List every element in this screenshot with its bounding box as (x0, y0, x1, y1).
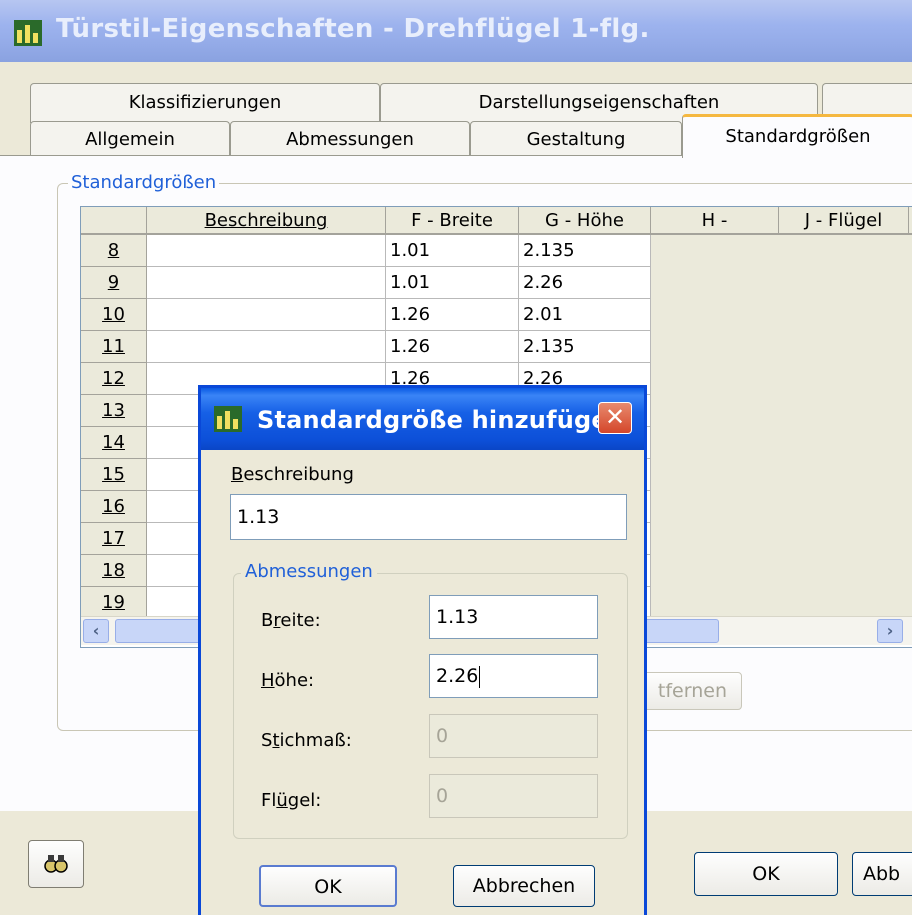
row-header[interactable]: 17 (81, 523, 147, 555)
cell-hoehe[interactable]: 2.01 (519, 299, 651, 331)
scroll-left-icon[interactable]: ‹ (83, 619, 109, 643)
fluegel-input[interactable]: 0 (429, 774, 598, 818)
beschreibung-label-mnemonic: B (231, 464, 244, 485)
cell-breite[interactable]: 1.01 (386, 267, 519, 299)
tab-gestaltung[interactable]: Gestaltung (470, 121, 682, 157)
cell-breite[interactable]: 1.26 (386, 331, 519, 363)
remove-button-label: tfernen (657, 680, 727, 702)
cancel-button[interactable]: Abb (852, 852, 912, 896)
row-header[interactable]: 12 (81, 363, 147, 395)
cell-breite[interactable]: 1.26 (386, 299, 519, 331)
tab-label: Allgemein (85, 129, 175, 150)
hoehe-label: Höhe: (261, 670, 315, 691)
tab-label: Darstellungseigenschaften (478, 92, 720, 113)
column-header-breite[interactable]: F - Breite (386, 207, 519, 235)
hoehe-value: 2.26 (436, 665, 479, 687)
row-header[interactable]: 9 (81, 267, 147, 299)
ok-button[interactable]: OK (694, 852, 838, 896)
tab-abmessungen[interactable]: Abmessungen (230, 121, 470, 157)
tab-klassifizierungen[interactable]: Klassifizierungen (30, 83, 380, 123)
hoehe-input[interactable]: 2.26 (429, 654, 598, 698)
stichmass-input[interactable]: 0 (429, 714, 598, 758)
dialog-ok-button[interactable]: OK (259, 865, 397, 907)
row-header[interactable]: 18 (81, 555, 147, 587)
cancel-button-label: Abb (863, 863, 901, 885)
cell-hoehe[interactable]: 2.135 (519, 331, 651, 363)
dialog-cancel-label: Abbrechen (472, 875, 576, 897)
dialog-ok-label: OK (314, 876, 342, 898)
row-header[interactable]: 10 (81, 299, 147, 331)
tab-label: Abmessungen (286, 129, 414, 150)
row-header[interactable]: 11 (81, 331, 147, 363)
help-button[interactable] (28, 840, 84, 888)
tab-label: Klassifizierungen (128, 92, 282, 113)
tab-label: Gestaltung (526, 129, 626, 150)
column-header-hoehe[interactable]: G - Höhe (519, 207, 651, 235)
column-header-beschreibung[interactable]: Beschreibung (147, 207, 386, 235)
add-size-dialog: Standardgröße hinzufügen ✕ Beschreibung … (198, 385, 647, 915)
breite-label: Breite: (261, 610, 321, 631)
row-header[interactable]: 8 (81, 235, 147, 267)
tab-allgemein[interactable]: Allgemein (30, 121, 230, 157)
cell-beschreibung[interactable] (147, 235, 386, 267)
cell-hoehe[interactable]: 2.26 (519, 267, 651, 299)
row-header[interactable]: 14 (81, 427, 147, 459)
close-icon[interactable]: ✕ (598, 402, 632, 434)
cell-breite[interactable]: 1.01 (386, 235, 519, 267)
ok-button-label: OK (752, 863, 780, 885)
dialog-title-bar[interactable]: Standardgröße hinzufügen ✕ (201, 388, 644, 450)
scroll-right-icon[interactable]: › (877, 619, 903, 643)
beschreibung-label-rest: eschreibung (243, 464, 354, 485)
breite-input[interactable]: 1.13 (429, 595, 598, 639)
window-title-bar[interactable]: Türstil-Eigenschaften - Drehflügel 1-flg… (0, 0, 912, 62)
dialog-title: Standardgröße hinzufügen (257, 406, 626, 434)
column-header-h[interactable]: H - (651, 207, 779, 235)
window-title: Türstil-Eigenschaften - Drehflügel 1-flg… (56, 14, 650, 44)
row-header[interactable]: 13 (81, 395, 147, 427)
abmessungen-group-label: Abmessungen (241, 561, 377, 582)
app-icon (14, 20, 42, 46)
tab-standardgroessen[interactable]: Standardgrößen (682, 114, 912, 158)
dialog-app-icon (214, 406, 242, 432)
grid-corner[interactable] (81, 207, 147, 235)
help-binoculars-icon (44, 855, 68, 873)
text-caret (479, 665, 481, 688)
row-header[interactable]: 16 (81, 491, 147, 523)
beschreibung-label: Beschreibung (231, 464, 354, 485)
cell-beschreibung[interactable] (147, 267, 386, 299)
tab-label: Standardgrößen (725, 126, 871, 147)
column-header-fluegel[interactable]: J - Flügel (779, 207, 909, 235)
groupbox-label: Standardgrößen (68, 172, 220, 193)
beschreibung-input[interactable]: 1.13 (230, 494, 627, 540)
dialog-cancel-button[interactable]: Abbrechen (453, 865, 595, 907)
grid-empty-area (651, 235, 912, 617)
stichmass-label: Stichmaß: (261, 730, 352, 751)
row-header[interactable]: 19 (81, 587, 147, 619)
row-header[interactable]: 15 (81, 459, 147, 491)
cell-beschreibung[interactable] (147, 299, 386, 331)
fluegel-label: Flügel: (261, 790, 322, 811)
cell-hoehe[interactable]: 2.135 (519, 235, 651, 267)
cell-beschreibung[interactable] (147, 331, 386, 363)
